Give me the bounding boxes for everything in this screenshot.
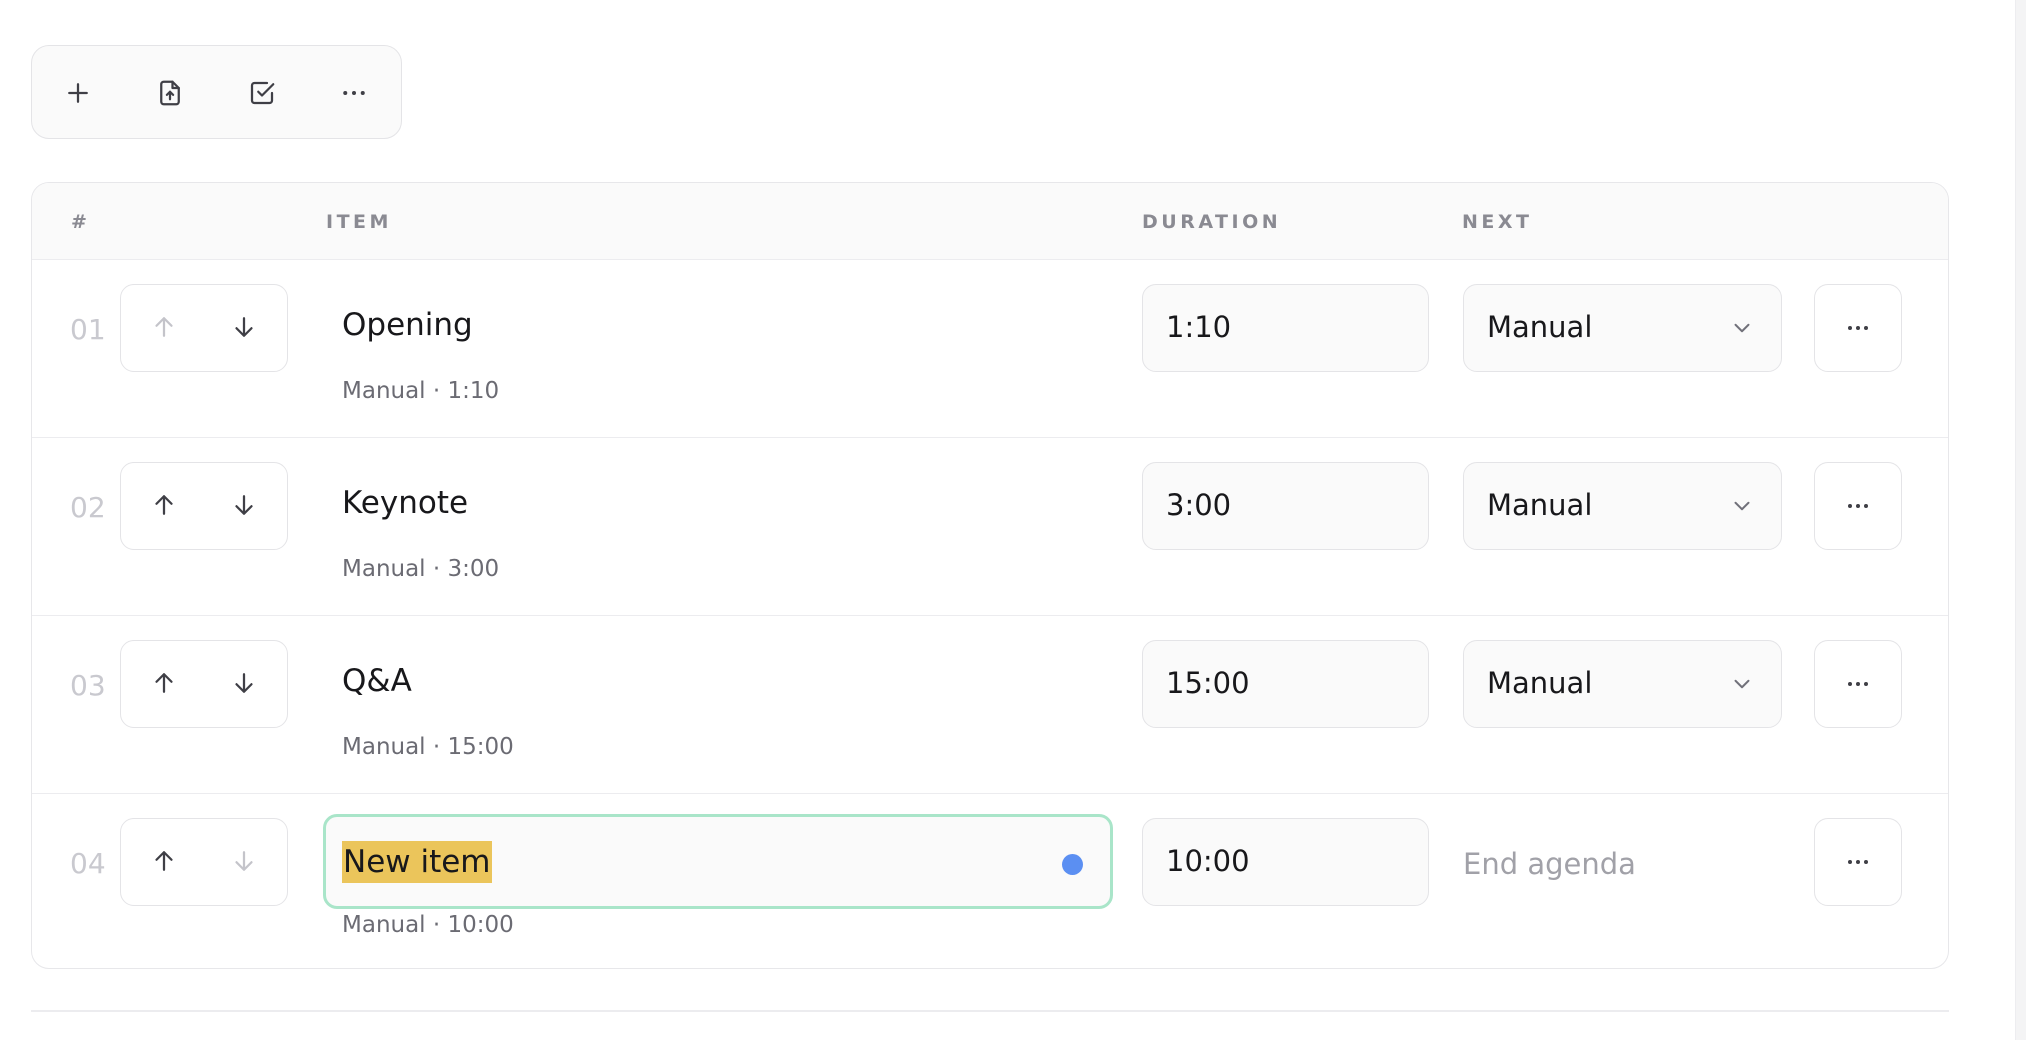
next-end-agenda: End agenda [1463,847,1636,881]
move-up-button[interactable] [142,839,186,883]
item-title[interactable]: Opening [342,307,473,343]
row-number: 02 [70,491,106,524]
import-file-button[interactable] [138,61,202,125]
arrow-down-icon [235,495,253,515]
header-duration: DURATION [1142,211,1282,233]
item-subtitle: Manual · 1:10 [342,378,500,404]
item-subtitle: Manual · 3:00 [342,556,500,582]
unsaved-indicator [1062,854,1083,875]
more-horizontal-icon [1848,326,1868,330]
more-horizontal-icon [1848,504,1868,508]
header-num: # [71,211,91,233]
arrow-down-icon [235,673,253,693]
duration-input[interactable]: 1:10 [1142,284,1429,372]
move-down-button[interactable] [222,305,266,349]
reorder-controls [120,818,288,906]
arrow-up-icon [155,673,173,693]
add-item-button[interactable] [46,61,110,125]
row-more-button[interactable] [1814,284,1902,372]
row-number: 01 [70,313,106,346]
arrow-up-icon [155,317,173,337]
duration-input[interactable]: 10:00 [1142,818,1429,906]
reorder-controls [120,462,288,550]
next-select-value: Manual [1487,310,1593,344]
arrow-up-icon [155,495,173,515]
item-title[interactable]: Keynote [342,485,468,521]
more-horizontal-icon [1848,860,1868,864]
table-row: 04 New item Manual · 10:00 10:00 End age… [32,794,1948,968]
more-horizontal-icon [1848,682,1868,686]
item-title[interactable]: Q&A [342,663,412,699]
plus-icon [68,83,88,103]
agenda-table: # ITEM DURATION NEXT 01 Opening Manual ·… [31,182,1949,969]
item-title-selected-text: New item [342,841,492,883]
file-upload-icon [160,80,180,106]
header-next: NEXT [1462,211,1533,233]
move-up-button[interactable] [142,483,186,527]
checkbox-icon [250,81,275,105]
next-select[interactable]: Manual [1463,462,1782,550]
row-more-button[interactable] [1814,462,1902,550]
move-down-button[interactable] [222,839,266,883]
next-select[interactable]: Manual [1463,284,1782,372]
duration-input[interactable]: 15:00 [1142,640,1429,728]
arrow-down-icon [235,317,253,337]
chevron-down-icon [1734,501,1750,511]
row-number: 04 [70,847,106,880]
scrollbar[interactable] [2015,0,2026,1040]
row-more-button[interactable] [1814,640,1902,728]
arrow-down-icon [235,851,253,871]
toolbar [31,45,402,139]
row-number: 03 [70,669,106,702]
table-row: 02 Keynote Manual · 3:00 3:00 Manual [32,438,1948,616]
table-row: 03 Q&A Manual · 15:00 15:00 Manual [32,616,1948,794]
move-down-button[interactable] [222,483,266,527]
table-row: 01 Opening Manual · 1:10 1:10 Manual [32,260,1948,438]
item-subtitle: Manual · 10:00 [342,912,514,938]
next-select-value: Manual [1487,666,1593,700]
item-title-input[interactable]: New item [323,814,1113,909]
arrow-up-icon [155,851,173,871]
reorder-controls [120,640,288,728]
header-item: ITEM [326,211,392,233]
toolbar-more-button[interactable] [322,61,386,125]
chevron-down-icon [1734,323,1750,333]
reorder-controls [120,284,288,372]
divider [31,1010,1949,1012]
next-select[interactable]: Manual [1463,640,1782,728]
agenda-app: # ITEM DURATION NEXT 01 Opening Manual ·… [0,0,2026,1040]
row-more-button[interactable] [1814,818,1902,906]
move-down-button[interactable] [222,661,266,705]
duration-input[interactable]: 3:00 [1142,462,1429,550]
move-up-button[interactable] [142,661,186,705]
select-items-button[interactable] [230,61,294,125]
item-subtitle: Manual · 15:00 [342,734,514,760]
move-up-button[interactable] [142,305,186,349]
table-header: # ITEM DURATION NEXT [32,183,1948,260]
more-horizontal-icon [343,91,365,95]
next-select-value: Manual [1487,488,1593,522]
chevron-down-icon [1734,679,1750,689]
